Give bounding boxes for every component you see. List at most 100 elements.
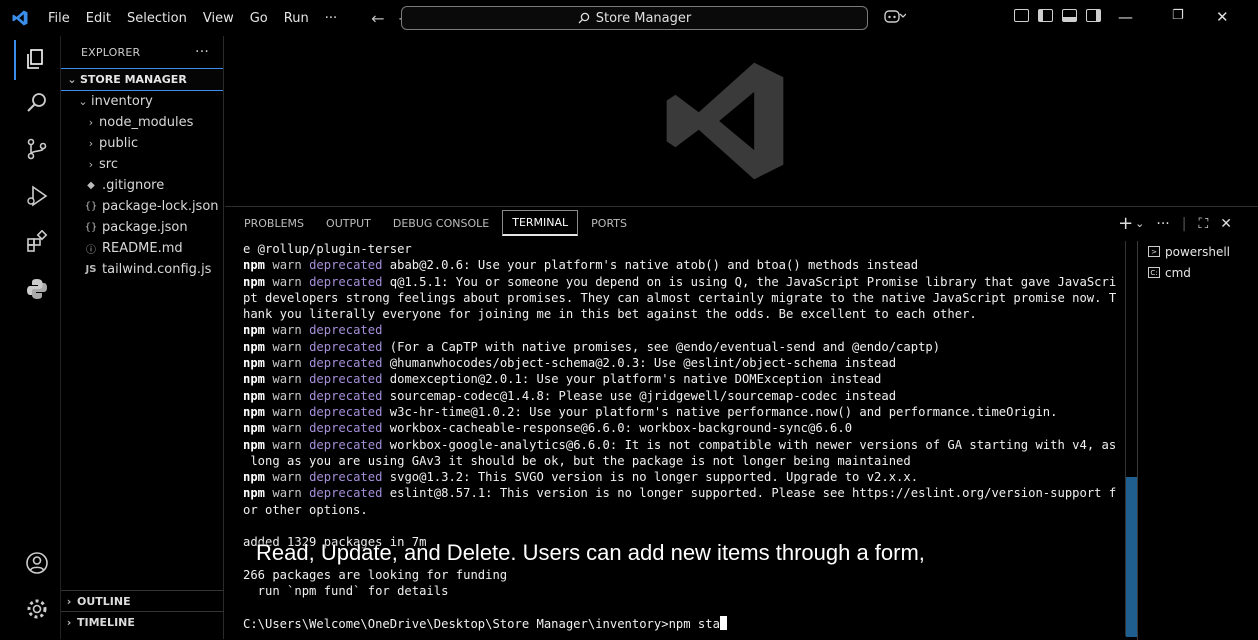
title-bar: File Edit Selection View Go Run ··· ← → … (0, 0, 1258, 36)
tree-folder-src[interactable]: › src (61, 154, 223, 175)
json-file-icon: {} (84, 222, 98, 233)
deprecated-tag: deprecated (309, 470, 383, 485)
explorer-icon[interactable] (24, 46, 50, 72)
close-panel-icon[interactable]: ✕ (1220, 216, 1232, 232)
explorer-more-button[interactable]: ··· (195, 44, 209, 60)
tab-debug-console[interactable]: DEBUG CONSOLE (384, 207, 498, 239)
terminal-line: hank you literally everyone for joining … (243, 307, 977, 322)
new-terminal-icon[interactable]: + (1118, 213, 1133, 234)
deprecated-tag: deprecated (309, 404, 383, 419)
tree-file-package-json[interactable]: {} package.json (61, 217, 223, 238)
outline-label: OUTLINE (77, 595, 131, 608)
python-icon[interactable] (24, 276, 50, 302)
menu-edit[interactable]: Edit (78, 11, 119, 26)
tree-file-tailwind-config[interactable]: JS tailwind.config.js (61, 259, 223, 280)
menu-file[interactable]: File (40, 11, 78, 26)
tree-file-gitignore[interactable]: ◆ .gitignore (61, 175, 223, 196)
source-control-icon[interactable] (24, 136, 50, 162)
menu-bar: File Edit Selection View Go Run ··· (40, 11, 345, 26)
more-actions-icon[interactable]: ··· (1156, 216, 1169, 232)
terminal-line: npm warn deprecated w3c-hr-time@1.0.2: U… (243, 404, 1133, 420)
tree-item-label: README.md (102, 241, 183, 256)
npm-tag: npm (243, 486, 266, 501)
npm-tag: npm (243, 421, 266, 436)
terminal-text: domexception@2.0.1: Use your platform's … (382, 372, 882, 387)
npm-tag: npm (243, 437, 266, 452)
deprecated-tag: deprecated (309, 486, 383, 501)
tab-problems[interactable]: PROBLEMS (235, 207, 313, 239)
search-icon[interactable] (24, 90, 50, 116)
npm-tag: npm (243, 388, 266, 403)
terminal-line: npm warn deprecated abab@2.0.6: Use your… (243, 257, 1133, 273)
terminal-line: run `npm fund` for details (243, 584, 449, 599)
terminal-prompt[interactable]: C:\Users\Welcome\OneDrive\Desktop\Store … (243, 615, 1133, 632)
search-icon (578, 12, 589, 24)
tab-terminal[interactable]: TERMINAL (502, 210, 579, 236)
menu-view[interactable]: View (195, 11, 242, 26)
run-debug-icon[interactable] (24, 183, 50, 209)
account-icon[interactable] (24, 550, 50, 576)
command-center[interactable]: Store Manager (401, 6, 868, 30)
terminal-scrollbar-thumb[interactable] (1126, 477, 1137, 637)
chevron-right-icon: › (66, 595, 72, 608)
warn-tag: warn (272, 323, 302, 338)
tree-file-readme[interactable]: ⓘ README.md (61, 238, 223, 259)
terminal-tab-cmd[interactable]: C: cmd (1138, 262, 1258, 283)
cursor (719, 615, 727, 630)
menu-more[interactable]: ··· (317, 11, 345, 26)
menu-selection[interactable]: Selection (119, 11, 195, 26)
terminal-line: npm warn deprecated workbox-cacheable-re… (243, 420, 1133, 436)
outline-section[interactable]: › OUTLINE (61, 590, 224, 612)
timeline-section[interactable]: › TIMELINE (61, 611, 224, 633)
restore-icon[interactable]: ❐ (1172, 8, 1184, 23)
deprecated-tag: deprecated (309, 356, 383, 371)
npm-tag: npm (243, 258, 266, 273)
tree-item-label: tailwind.config.js (102, 262, 212, 277)
deprecated-tag: deprecated (309, 437, 383, 452)
terminal-tab-label: cmd (1165, 265, 1191, 280)
copilot-icon[interactable] (884, 9, 907, 27)
tree-folder-public[interactable]: › public (61, 133, 223, 154)
tree-item-label: inventory (91, 94, 153, 109)
customize-layout-icon[interactable] (1014, 9, 1029, 22)
tree-folder-inventory[interactable]: ⌄ inventory (61, 91, 223, 112)
menu-go[interactable]: Go (242, 11, 276, 26)
terminal-line: or other options. (243, 502, 368, 517)
toggle-secondary-sidebar-icon[interactable] (1086, 9, 1101, 22)
menu-run[interactable]: Run (276, 11, 317, 26)
npm-tag: npm (243, 339, 266, 354)
chevron-right-icon: › (88, 137, 94, 150)
chevron-down-icon: ⌄ (78, 95, 88, 108)
terminal-tab-powershell[interactable]: > powershell (1138, 241, 1258, 262)
info-icon: ⓘ (86, 245, 96, 256)
terminal-line: npm warn deprecated workbox-google-analy… (243, 437, 1133, 453)
tree-file-package-lock[interactable]: {} package-lock.json (61, 196, 223, 217)
timeline-label: TIMELINE (77, 616, 135, 629)
panel-tabs: PROBLEMS OUTPUT DEBUG CONSOLE TERMINAL P… (235, 207, 640, 239)
cmd-icon: C: (1148, 267, 1160, 278)
terminal-text: q@1.5.1: You or someone you depend on is… (382, 274, 1117, 289)
tree-folder-node-modules[interactable]: › node_modules (61, 112, 223, 133)
chevron-right-icon: › (88, 116, 94, 129)
warn-tag: warn (272, 437, 302, 452)
workspace-root[interactable]: ⌄ STORE MANAGER (61, 68, 223, 91)
git-file-icon: ◆ (87, 180, 95, 191)
tab-output[interactable]: OUTPUT (317, 207, 380, 239)
warn-tag: warn (272, 470, 302, 485)
toggle-panel-icon[interactable] (1062, 9, 1077, 22)
tab-ports[interactable]: PORTS (582, 207, 636, 239)
close-icon[interactable]: ✕ (1216, 8, 1229, 26)
extensions-icon[interactable] (24, 229, 50, 255)
minimize-icon[interactable]: — (1118, 8, 1133, 26)
terminal-output[interactable]: e @rollup/plugin-terser npm warn depreca… (243, 241, 1133, 636)
chevron-down-icon: ⌄ (67, 73, 77, 86)
maximize-panel-icon[interactable]: ⛶ (1198, 216, 1208, 232)
toggle-primary-sidebar-icon[interactable] (1038, 9, 1053, 22)
warn-tag: warn (272, 404, 302, 419)
gear-icon[interactable] (24, 596, 50, 622)
chevron-down-icon[interactable]: ⌄ (1135, 217, 1144, 230)
npm-tag: npm (243, 274, 266, 289)
npm-tag: npm (243, 404, 266, 419)
back-arrow-icon[interactable]: ← (371, 9, 384, 28)
deprecated-tag: deprecated (309, 388, 383, 403)
